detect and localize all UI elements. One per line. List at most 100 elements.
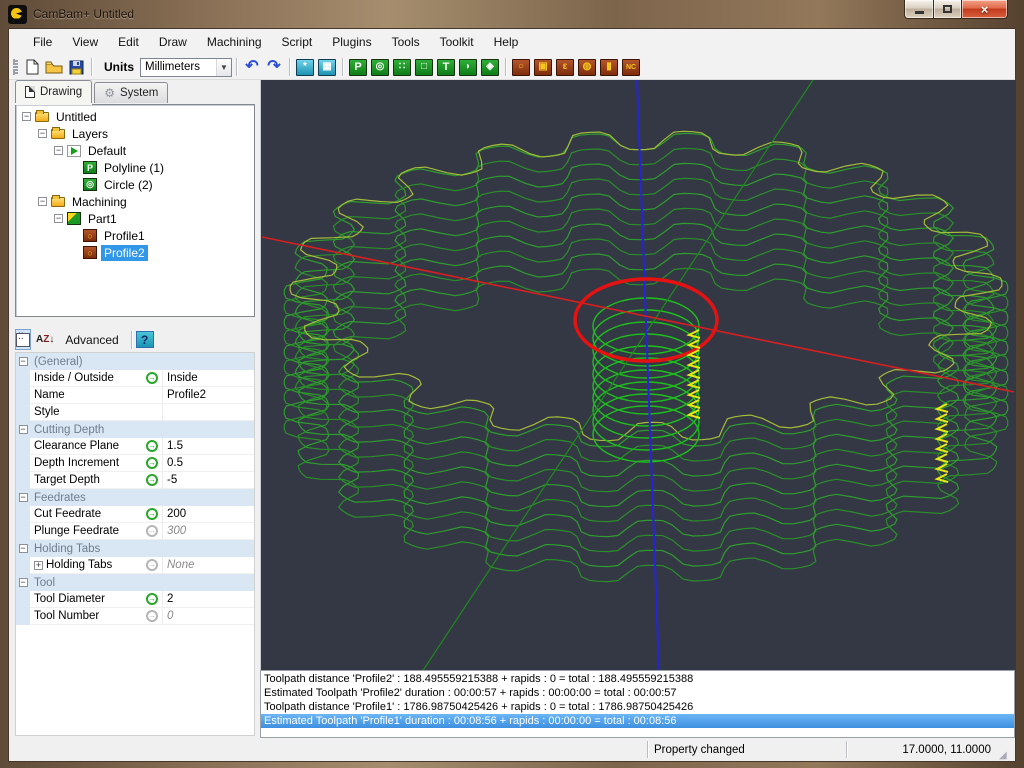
draw-surface-icon-glyph: ◈ — [481, 58, 499, 76]
property-value[interactable]: 300 — [162, 523, 254, 540]
engrave-mop-icon[interactable]: ε — [555, 58, 575, 77]
menu-file[interactable]: File — [23, 31, 62, 53]
profile-mop-icon[interactable]: ○ — [511, 58, 531, 77]
minimize-button[interactable] — [904, 0, 934, 19]
menu-machining[interactable]: Machining — [197, 31, 272, 53]
log-line[interactable]: Toolpath distance 'Profile2' : 188.49555… — [261, 672, 1014, 686]
tree-item-part1[interactable]: − Part1 — [16, 210, 254, 227]
set-value-icon: → — [146, 457, 158, 469]
tree-item-circle-2-[interactable]: ◎ Circle (2) — [16, 176, 254, 193]
tree-item-profile1[interactable]: ○ Profile1 — [16, 227, 254, 244]
tree-expander[interactable]: − — [22, 112, 31, 121]
log-line[interactable]: Toolpath distance 'Profile1' : 1786.9875… — [261, 700, 1014, 714]
tree-item-profile2[interactable]: ○ Profile2 — [16, 244, 254, 261]
section-collapse-icon[interactable]: − — [18, 493, 28, 502]
draw-circle-icon[interactable]: ◎ — [370, 58, 390, 77]
tree-item-default[interactable]: − Default — [16, 142, 254, 159]
tree-expander[interactable]: − — [38, 197, 47, 206]
section-collapse-icon[interactable]: − — [18, 357, 28, 366]
section-collapse-icon[interactable]: − — [18, 544, 28, 553]
engrave-mop-icon-glyph: ε — [556, 58, 574, 76]
undo-icon[interactable]: ↶ — [242, 58, 262, 77]
log-line[interactable]: Estimated Toolpath 'Profile2' duration :… — [261, 686, 1014, 700]
property-value[interactable] — [162, 404, 254, 421]
categorized-button[interactable] — [15, 329, 31, 350]
tab-label: Drawing — [40, 86, 83, 98]
draw-surface-icon[interactable]: ◈ — [480, 58, 500, 77]
draw-polyline-icon[interactable]: P — [348, 58, 368, 77]
close-button[interactable]: × — [962, 0, 1008, 19]
log-line[interactable]: Estimated Toolpath 'Profile1' duration :… — [261, 714, 1014, 728]
grid-gutter — [16, 608, 30, 625]
property-row-tool-number[interactable]: Tool Number → 0 — [16, 608, 254, 625]
property-row-target-depth[interactable]: Target Depth → -5 — [16, 472, 254, 489]
property-value[interactable]: 2 — [162, 591, 254, 608]
menu-tools[interactable]: Tools — [382, 31, 430, 53]
section-collapse-icon[interactable]: − — [18, 578, 28, 587]
tree-item-polyline-1-[interactable]: P Polyline (1) — [16, 159, 254, 176]
toolbar-separator — [505, 58, 506, 76]
property-row-holding-tabs[interactable]: + Holding Tabs → None — [16, 557, 254, 574]
alphabetical-sort-button[interactable]: AZ↓ — [35, 329, 55, 350]
snap-points-icon[interactable]: * — [295, 58, 315, 77]
menu-view[interactable]: View — [62, 31, 108, 53]
draw-arc-icon[interactable]: ◗ — [458, 58, 478, 77]
profile3d-mop-icon[interactable]: ▮ — [599, 58, 619, 77]
tab-system[interactable]: ⚙ System — [94, 82, 169, 103]
menu-help[interactable]: Help — [484, 31, 529, 53]
property-row-name[interactable]: Name Profile2 — [16, 387, 254, 404]
menu-toolkit[interactable]: Toolkit — [430, 31, 484, 53]
redo-icon[interactable]: ↷ — [264, 58, 284, 77]
tree-expander[interactable]: − — [54, 146, 63, 155]
tree-item-label: Polyline (1) — [104, 160, 165, 175]
draw-text-icon[interactable]: T — [436, 58, 456, 77]
expand-property-icon[interactable]: + — [34, 560, 43, 570]
viewport-3d[interactable] — [260, 80, 1016, 670]
help-button[interactable]: ? — [135, 331, 154, 348]
property-row-cut-feedrate[interactable]: Cut Feedrate → 200 — [16, 506, 254, 523]
gcode-icon[interactable]: NC — [621, 58, 641, 77]
resize-grip[interactable]: ◢ — [999, 750, 1007, 761]
tree-item-untitled[interactable]: − Untitled — [16, 108, 254, 125]
tree-expander[interactable]: − — [38, 129, 47, 138]
tree-item-layers[interactable]: − Layers — [16, 125, 254, 142]
draw-rectangle-icon[interactable]: □ — [414, 58, 434, 77]
property-row-depth-increment[interactable]: Depth Increment → 0.5 — [16, 455, 254, 472]
save-file-icon[interactable] — [66, 58, 86, 77]
menu-script[interactable]: Script — [272, 31, 323, 53]
open-file-icon[interactable] — [44, 58, 64, 77]
property-value[interactable]: -5 — [162, 472, 254, 489]
property-value[interactable]: None — [162, 557, 254, 574]
new-file-icon[interactable] — [22, 58, 42, 77]
property-value[interactable]: 0 — [162, 608, 254, 625]
panel-splitter[interactable] — [9, 318, 260, 327]
property-value[interactable]: Inside — [162, 370, 254, 387]
combobox-dropdown-icon[interactable]: ▼ — [216, 58, 231, 76]
property-row-tool-diameter[interactable]: Tool Diameter → 2 — [16, 591, 254, 608]
property-value[interactable]: 1.5 — [162, 438, 254, 455]
folder-icon — [51, 194, 65, 207]
pocket-mop-icon[interactable]: ▣ — [533, 58, 553, 77]
property-row-style[interactable]: Style — [16, 404, 254, 421]
property-value[interactable]: 0.5 — [162, 455, 254, 472]
units-combobox[interactable]: Millimeters ▼ — [140, 57, 232, 77]
property-value[interactable]: Profile2 — [162, 387, 254, 404]
snap-grid-icon[interactable]: ▦ — [317, 58, 337, 77]
menu-edit[interactable]: Edit — [108, 31, 149, 53]
draw-points-icon[interactable]: ∷ — [392, 58, 412, 77]
property-value[interactable]: 200 — [162, 506, 254, 523]
menu-plugins[interactable]: Plugins — [322, 31, 381, 53]
section-collapse-icon[interactable]: − — [18, 425, 28, 434]
drill-mop-icon[interactable]: ◍ — [577, 58, 597, 77]
menu-draw[interactable]: Draw — [149, 31, 197, 53]
property-row-plunge-feedrate[interactable]: Plunge Feedrate → 300 — [16, 523, 254, 540]
advanced-button[interactable]: Advanced — [65, 333, 118, 347]
tree-expander[interactable]: − — [54, 214, 63, 223]
title-bar[interactable]: CamBam+ Untitled × — [0, 0, 1024, 28]
tree-item-machining[interactable]: − Machining — [16, 193, 254, 210]
maximize-button[interactable] — [934, 0, 962, 19]
property-row-inside-outside[interactable]: Inside / Outside → Inside — [16, 370, 254, 387]
property-row-clearance-plane[interactable]: Clearance Plane → 1.5 — [16, 438, 254, 455]
tree-item-label: Layers — [72, 126, 109, 141]
tab-drawing[interactable]: Drawing — [15, 80, 93, 103]
